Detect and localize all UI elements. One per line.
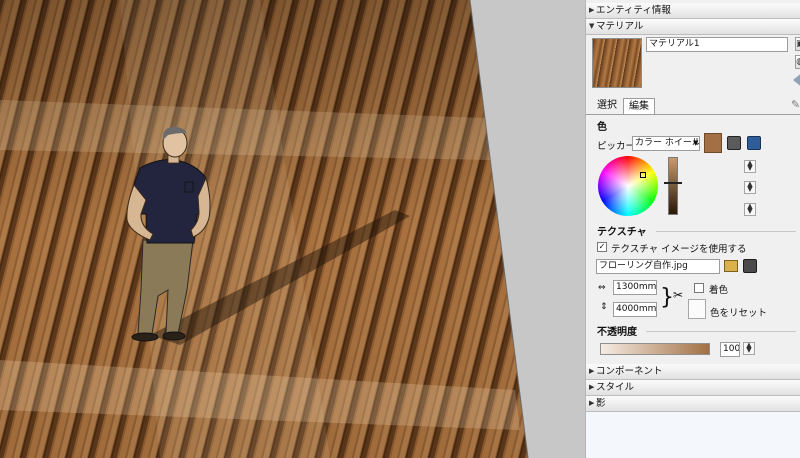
panel-shadows[interactable]: ▶ 影 [586,396,800,412]
tab-edit[interactable]: 編集 [623,98,655,115]
pencil-icon: ✎ [791,98,800,111]
colorize-checkbox[interactable] [694,283,704,293]
expand-triangle-icon: ▶ [589,6,595,14]
expand-triangle-icon: ▶ [589,383,595,391]
use-texture-image-checkbox[interactable]: ✓ [597,242,607,252]
opacity-slider[interactable] [600,343,710,355]
panel-shadows-label: 影 [596,398,606,409]
edit-texture-icon[interactable] [743,259,757,273]
opacity-section-line [646,331,796,332]
width-arrow-icon: ⇔ [598,283,606,293]
aspect-lock-icon[interactable]: ✂ [673,288,683,302]
link-chain-icon[interactable]: } [660,283,674,313]
collapse-triangle-icon: ▼ [589,22,595,30]
color-spinner-2[interactable]: ▲ ▼ [744,181,756,194]
opacity-value-field[interactable]: 100 [720,342,740,357]
panel-entity-info-label: エンティティ情報 [596,5,671,16]
browse-folder-icon[interactable] [724,260,738,272]
home-arrow-icon[interactable] [793,72,800,88]
picker-select[interactable]: カラー ホイール [632,136,700,151]
color-wheel[interactable] [598,156,658,216]
panel-styles[interactable]: ▶ スタイル [586,380,800,396]
reset-color-swatch[interactable] [688,299,706,319]
brightness-handle[interactable] [664,182,682,184]
material-preview-thumbnail[interactable] [592,38,642,88]
use-texture-image-label: テクスチャ イメージを使用する [611,244,747,255]
expand-triangle-icon: ▶ [589,399,595,407]
reset-color-label[interactable]: 色をリセット [710,305,767,319]
create-material-icon[interactable]: ▣ [795,37,800,51]
opacity-section-title: 不透明度 [597,327,637,338]
panel-components[interactable]: ▶ コンポーネント [586,364,800,380]
texture-width-field[interactable]: 1300mm [613,280,657,295]
color-wheel-cursor[interactable] [640,172,646,178]
panel-styles-label: スタイル [596,382,635,393]
color-spinner-3[interactable]: ▲ ▼ [744,203,756,216]
texture-section-line [656,231,796,232]
texture-height-field[interactable]: 4000mm [613,302,657,317]
panel-components-label: コンポーネント [596,366,663,377]
brightness-slider[interactable] [668,157,678,215]
tab-select[interactable]: 選択 [592,98,622,115]
scene-graphic [0,0,585,458]
tray-empty-area [586,412,800,458]
panel-material-label: マテリアル [596,21,644,32]
colorize-label: 着色 [709,285,729,296]
expand-triangle-icon: ▶ [589,367,595,375]
color-spinner-1[interactable]: ▲ ▼ [744,160,756,173]
picker-select-value: カラー ホイール [635,138,700,148]
panel-entity-info[interactable]: ▶ エンティティ情報 [586,3,800,19]
opacity-spinner[interactable]: ▲ ▼ [743,342,755,355]
panel-material[interactable]: ▼ マテリアル [586,19,800,35]
color-swatch[interactable] [704,133,722,153]
sample-paint-icon[interactable]: ◍ [795,55,800,69]
material-name-field[interactable]: マテリアル1 [646,37,788,52]
height-arrow-icon: ⇕ [600,302,608,312]
model-viewport[interactable] [0,0,585,458]
texture-file-field[interactable]: フローリング自作.jpg [596,259,720,274]
color-section-title: 色 [597,122,607,133]
match-screen-color-icon[interactable] [747,136,761,150]
match-model-color-icon[interactable] [727,136,741,150]
texture-section-title: テクスチャ [597,227,647,238]
default-tray: ▶ エンティティ情報 ▼ マテリアル マテリアル1 ▣ ◍ 選択 編集 ✎ 色 … [585,0,800,458]
chevron-down-icon: ▼ [693,139,699,147]
tab-bar-line [586,114,800,115]
